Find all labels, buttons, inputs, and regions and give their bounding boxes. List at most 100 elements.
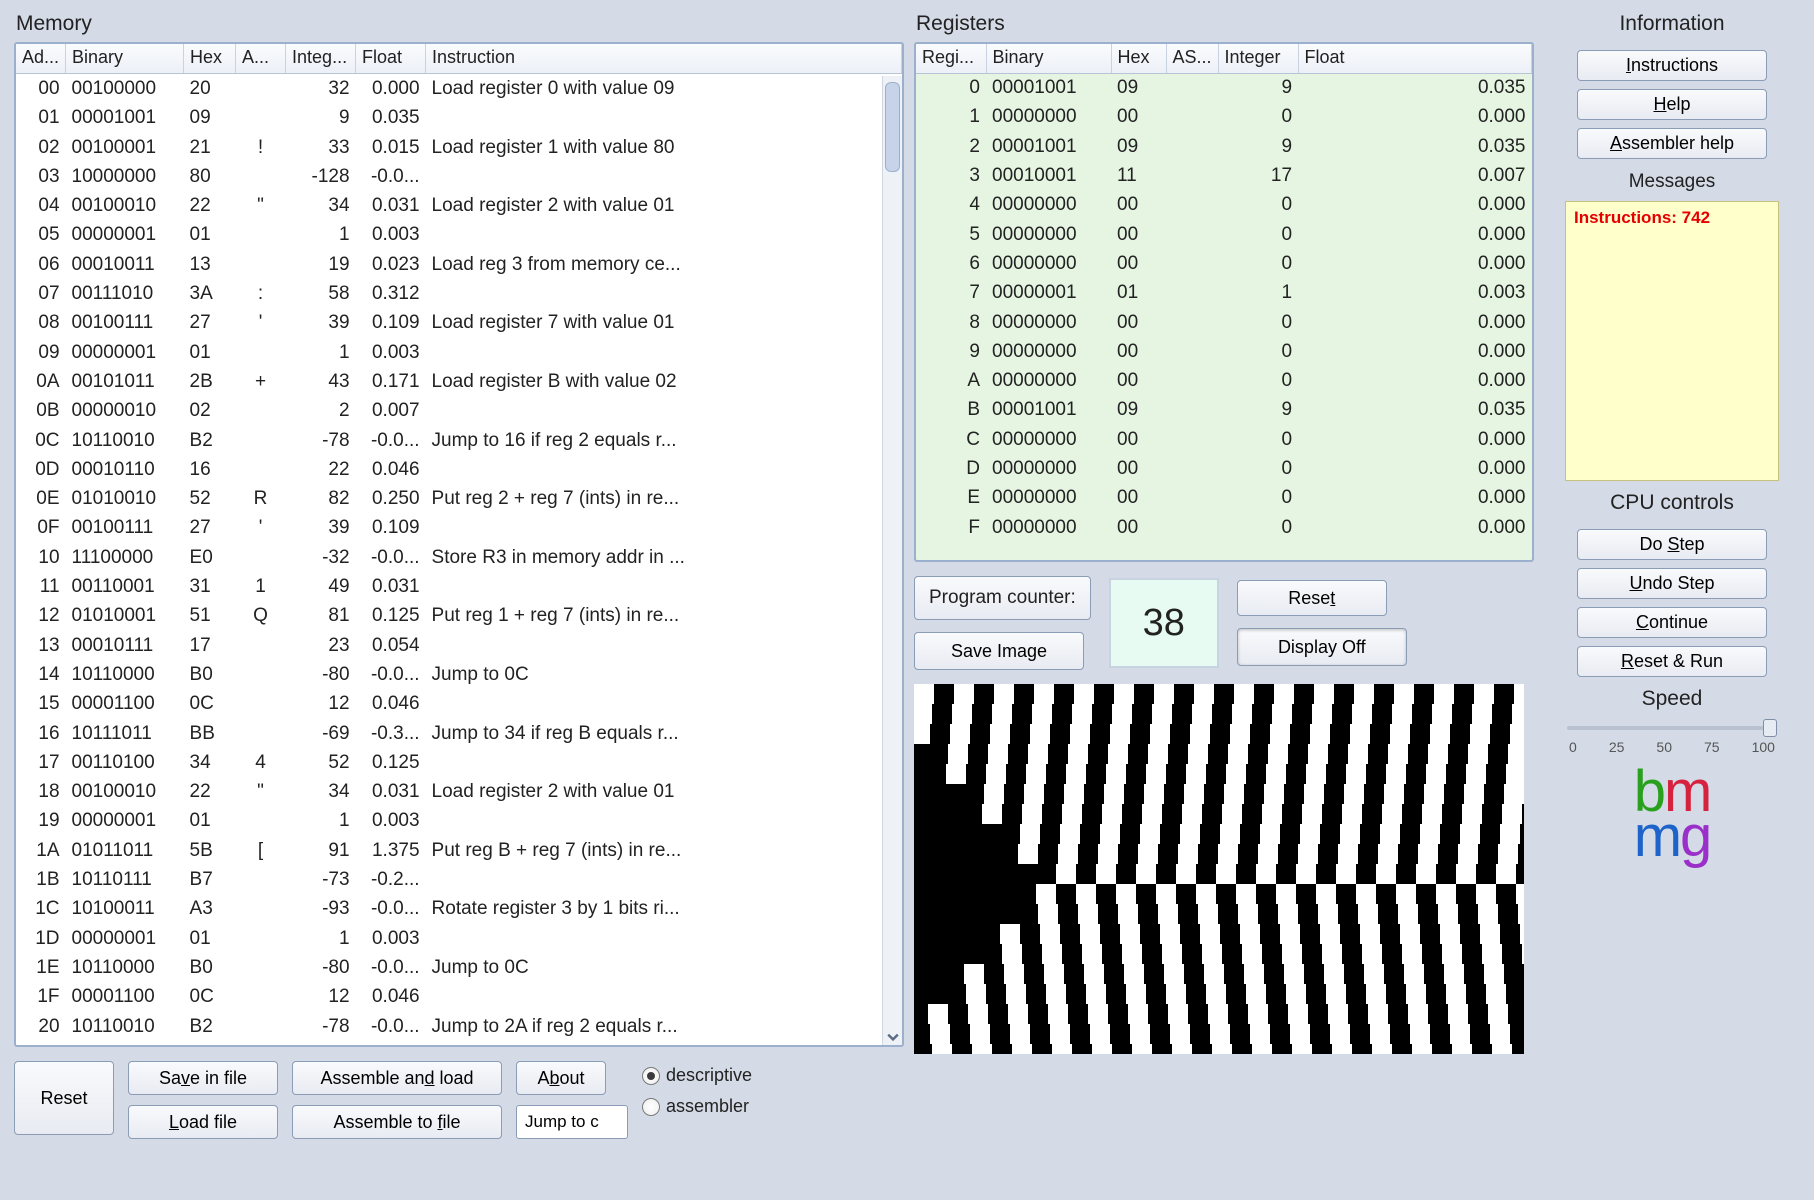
messages-box: Instructions: 742 (1565, 201, 1779, 481)
instructions-button[interactable]: Instructions (1577, 50, 1767, 81)
reset-and-run-button[interactable]: Reset & Run (1577, 646, 1767, 677)
register-row[interactable]: C000000000000.000 (916, 425, 1532, 454)
save-in-file-button[interactable]: Save in file (128, 1061, 278, 1095)
memory-row[interactable]: 1D000000010110.003 (16, 924, 902, 953)
register-row[interactable]: 9000000000000.000 (916, 337, 1532, 366)
register-row[interactable]: 5000000000000.000 (916, 220, 1532, 249)
memory-row[interactable]: 1610111011BB-69-0.3...Jump to 34 if reg … (16, 719, 902, 748)
do-step-button[interactable]: Do Step (1577, 529, 1767, 560)
memory-row[interactable]: 1E10110000B0-80-0.0...Jump to 0C (16, 953, 902, 982)
memory-row[interactable]: 0B000000100220.007 (16, 396, 902, 425)
reg-col-bin[interactable]: Binary (986, 44, 1111, 74)
jump-to-cell-input[interactable] (516, 1105, 628, 1139)
tick-1: 25 (1609, 739, 1625, 755)
messages-label: Messages (1629, 171, 1716, 193)
display-canvas (914, 684, 1524, 1054)
radio-descriptive[interactable]: descriptive (642, 1065, 752, 1086)
display-off-button[interactable]: Display Off (1237, 628, 1407, 666)
memory-row[interactable]: 1F000011000C120.046 (16, 982, 902, 1011)
memory-row[interactable]: 0A001010112B+430.171Load register B with… (16, 367, 902, 396)
program-counter-label: Program counter: (914, 576, 1091, 620)
memory-row[interactable]: 020010000121!330.015Load register 1 with… (16, 133, 902, 162)
memory-row[interactable]: 1A010110115B[911.375Put reg B + reg 7 (i… (16, 836, 902, 865)
reg-col-reg[interactable]: Regi... (916, 44, 986, 74)
reg-col-int[interactable]: Integer (1218, 44, 1298, 74)
memory-row[interactable]: 130001011117230.054 (16, 631, 902, 660)
mem-col-hex[interactable]: Hex (184, 44, 236, 74)
mem-col-bin[interactable]: Binary (66, 44, 184, 74)
memory-row[interactable]: 0D0001011016220.046 (16, 455, 902, 484)
memory-row[interactable]: 0C10110010B2-78-0.0...Jump to 16 if reg … (16, 426, 902, 455)
register-row[interactable]: B000010010990.035 (916, 396, 1532, 425)
memory-row[interactable]: 000010000020320.000Load register 0 with … (16, 74, 902, 104)
register-row[interactable]: 1000000000000.000 (916, 103, 1532, 132)
load-file-button[interactable]: Load file (128, 1105, 278, 1139)
register-row[interactable]: 7000000010110.003 (916, 279, 1532, 308)
memory-row[interactable]: 09000000010110.003 (16, 338, 902, 367)
speed-slider[interactable] (1567, 717, 1777, 739)
assemble-and-load-button[interactable]: Assemble and load (292, 1061, 502, 1095)
mem-col-flt[interactable]: Float (356, 44, 426, 74)
cpu-controls-title: CPU controls (1608, 489, 1736, 521)
memory-row[interactable]: 0E0101001052R820.250Put reg 2 + reg 7 (i… (16, 484, 902, 513)
register-row[interactable]: E000000000000.000 (916, 484, 1532, 513)
mem-col-int[interactable]: Integ... (286, 44, 356, 74)
memory-row[interactable]: 031000000080-128-0.0... (16, 162, 902, 191)
register-row[interactable]: A000000000000.000 (916, 366, 1532, 395)
memory-row[interactable]: 1700110100344520.125 (16, 748, 902, 777)
reg-col-asc[interactable]: AS... (1166, 44, 1218, 74)
radio-assembler[interactable]: assembler (642, 1096, 752, 1117)
registers-title: Registers (914, 10, 1534, 42)
registers-table[interactable]: Regi... Binary Hex AS... Integer Float 0… (914, 42, 1534, 562)
register-row[interactable]: 8000000000000.000 (916, 308, 1532, 337)
register-row[interactable]: F000000000000.000 (916, 513, 1532, 542)
memory-row[interactable]: 01000010010990.035 (16, 103, 902, 132)
memory-row[interactable]: 19000000010110.003 (16, 806, 902, 835)
undo-step-button[interactable]: Undo Step (1577, 568, 1767, 599)
memory-table[interactable]: Ad... Binary Hex A... Integ... Float Ins… (14, 42, 904, 1047)
memory-row[interactable]: 05000000010110.003 (16, 220, 902, 249)
reset-memory-button[interactable]: Reset (14, 1061, 114, 1135)
reg-col-hex[interactable]: Hex (1111, 44, 1166, 74)
memory-title: Memory (14, 10, 904, 42)
reset-pc-button[interactable]: Reset (1237, 580, 1387, 616)
mem-col-asc[interactable]: A... (236, 44, 286, 74)
memory-scrollbar[interactable] (882, 76, 902, 1045)
memory-row[interactable]: 040010001022"340.031Load register 2 with… (16, 191, 902, 220)
memory-row[interactable]: 1410110000B0-80-0.0...Jump to 0C (16, 660, 902, 689)
tick-4: 100 (1752, 739, 1775, 755)
scroll-down-icon[interactable] (887, 1031, 899, 1043)
mem-col-addr[interactable]: Ad... (16, 44, 66, 74)
reg-col-flt[interactable]: Float (1298, 44, 1531, 74)
memory-row[interactable]: 1C10100011A3-93-0.0...Rotate register 3 … (16, 894, 902, 923)
register-row[interactable]: 4000000000000.000 (916, 191, 1532, 220)
assemble-to-file-button[interactable]: Assemble to file (292, 1105, 502, 1139)
register-row[interactable]: 0000010010990.035 (916, 74, 1532, 103)
assembler-help-button[interactable]: Assembler help (1577, 128, 1767, 159)
memory-row[interactable]: 180010001022"340.031Load register 2 with… (16, 777, 902, 806)
register-row[interactable]: D000000000000.000 (916, 454, 1532, 483)
memory-row[interactable]: 0F0010011127'390.109 (16, 513, 902, 542)
memory-row[interactable]: 120101000151Q810.125Put reg 1 + reg 7 (i… (16, 601, 902, 630)
register-row[interactable]: 30001000111170.007 (916, 161, 1532, 190)
save-image-button[interactable]: Save Image (914, 632, 1084, 670)
register-row[interactable]: 2000010010990.035 (916, 132, 1532, 161)
memory-row[interactable]: 15000011000C120.046 (16, 689, 902, 718)
continue-button[interactable]: Continue (1577, 607, 1767, 638)
memory-row[interactable]: 1B10110111B7-73-0.2... (16, 865, 902, 894)
memory-row[interactable]: 2010110010B2-78-0.0...Jump to 2A if reg … (16, 1012, 902, 1041)
program-counter-value: 38 (1109, 578, 1219, 668)
mem-col-inst[interactable]: Instruction (426, 44, 902, 74)
memory-row[interactable]: 07001110103A:580.312 (16, 279, 902, 308)
memory-row[interactable]: 060001001113190.023Load reg 3 from memor… (16, 250, 902, 279)
tick-3: 75 (1704, 739, 1720, 755)
tick-0: 0 (1569, 739, 1577, 755)
memory-row[interactable]: 1100110001311490.031 (16, 572, 902, 601)
tick-2: 50 (1656, 739, 1672, 755)
memory-row[interactable]: 1011100000E0-32-0.0...Store R3 in memory… (16, 543, 902, 572)
about-button[interactable]: About (516, 1061, 606, 1095)
memory-row[interactable]: 080010011127'390.109Load register 7 with… (16, 308, 902, 337)
information-title: Information (1617, 10, 1726, 42)
help-button[interactable]: Help (1577, 89, 1767, 120)
register-row[interactable]: 6000000000000.000 (916, 249, 1532, 278)
